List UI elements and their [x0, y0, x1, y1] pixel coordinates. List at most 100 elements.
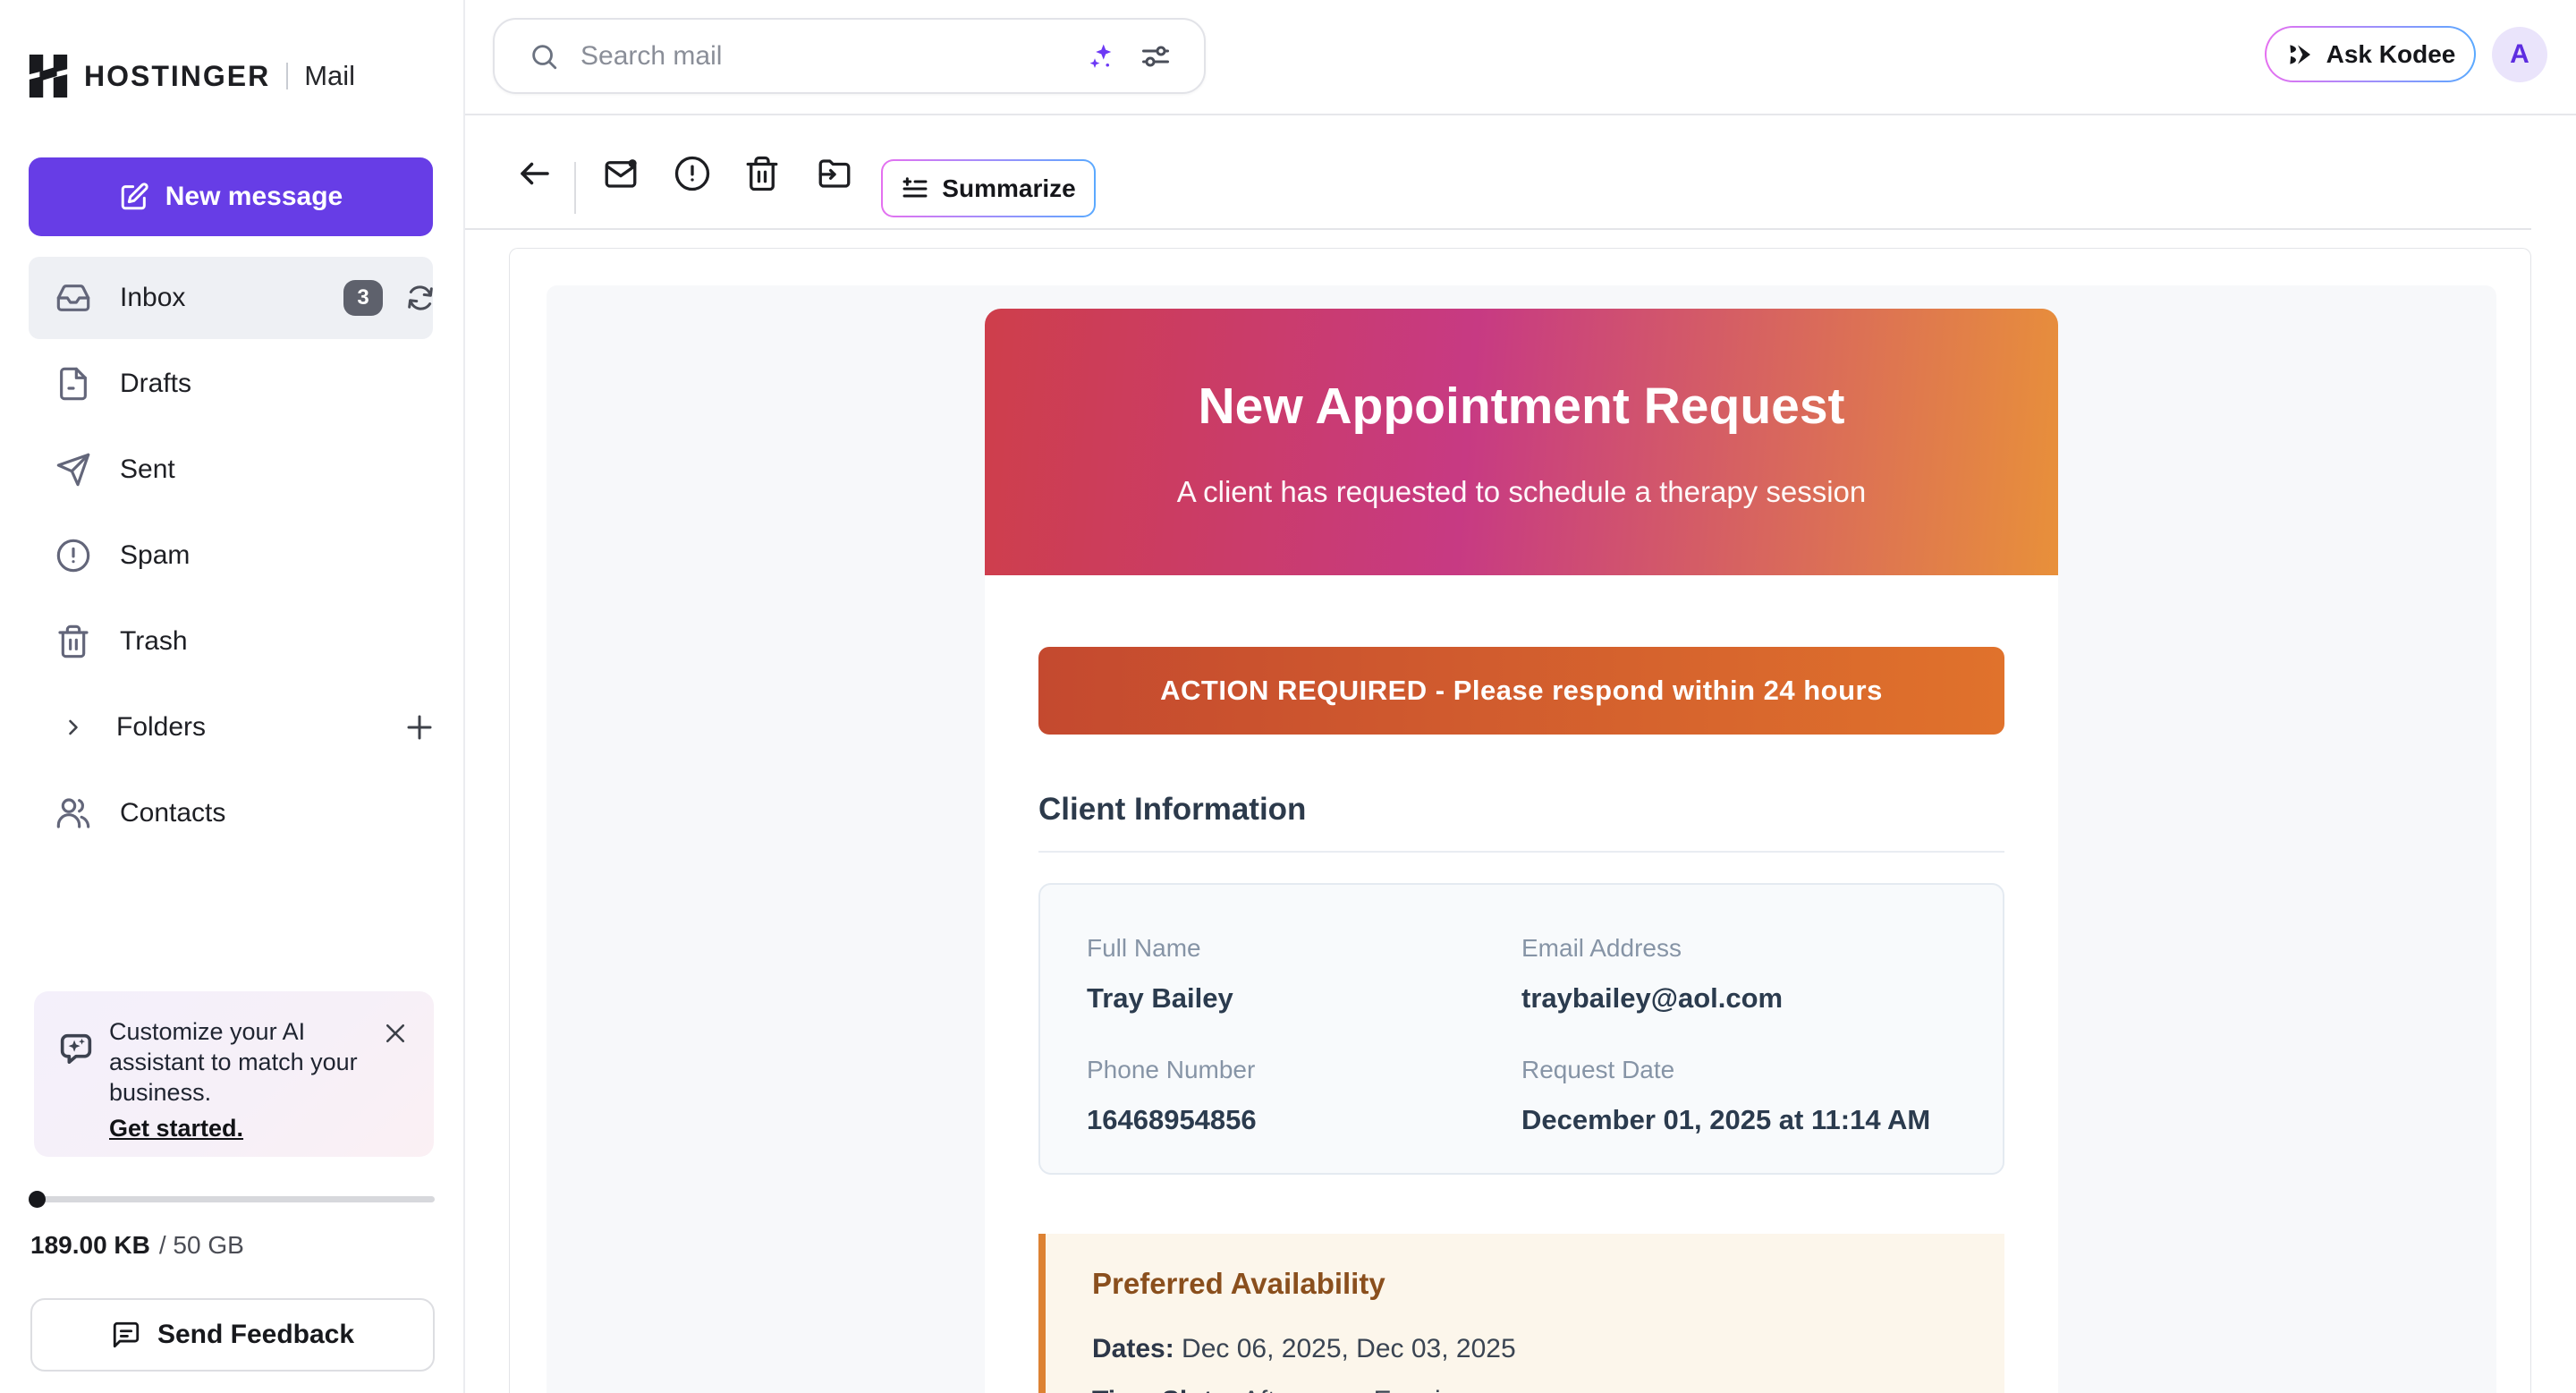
sidebar-item-label: Spam: [120, 540, 190, 571]
field-phone-number: Phone Number 16468954856: [1087, 1055, 1521, 1137]
brand-product: Mail: [304, 60, 355, 92]
sidebar: HOSTINGER Mail New message Inbox 3: [0, 0, 465, 1393]
add-folder-icon[interactable]: [403, 711, 436, 743]
alert-circle-icon: [674, 155, 711, 192]
new-message-button[interactable]: New message: [29, 157, 433, 236]
inbox-unread-badge: 3: [343, 280, 383, 316]
storage-total: / 50 GB: [159, 1231, 244, 1259]
kodee-icon: [2285, 40, 2314, 69]
drafts-icon: [55, 366, 91, 402]
back-arrow-icon: [516, 155, 554, 192]
email-title: New Appointment Request: [985, 309, 2058, 436]
summarize-button[interactable]: Summarize: [881, 159, 1096, 217]
availability-heading: Preferred Availability: [1092, 1266, 1958, 1302]
dates-label: Dates:: [1092, 1334, 1174, 1363]
preferred-availability-section: Preferred Availability Dates: Dec 06, 20…: [1038, 1234, 2004, 1393]
sidebar-item-label: Contacts: [120, 798, 225, 828]
field-label: Full Name: [1087, 933, 1521, 964]
client-information-heading: Client Information: [1038, 790, 2004, 853]
sidebar-item-label: Folders: [116, 712, 206, 743]
sidebar-item-contacts[interactable]: Contacts: [29, 772, 433, 854]
chevron-right-icon[interactable]: [61, 715, 86, 740]
trash-icon: [743, 155, 781, 192]
contacts-icon: [55, 795, 91, 831]
ai-chat-bubble-icon: [55, 1029, 97, 1070]
sidebar-item-drafts[interactable]: Drafts: [29, 343, 433, 425]
refresh-icon[interactable]: [404, 282, 436, 314]
reading-pane: New Appointment Request A client has req…: [509, 248, 2531, 1393]
spam-icon: [55, 538, 91, 573]
field-label: Email Address: [1521, 933, 1956, 964]
field-email-address: Email Address traybailey@aol.com: [1521, 933, 1956, 1015]
sidebar-item-inbox[interactable]: Inbox 3: [29, 257, 433, 339]
sent-icon: [55, 452, 91, 488]
toolbar-divider: [574, 162, 576, 214]
mail-app: HOSTINGER Mail New message Inbox 3: [0, 0, 2576, 1393]
sidebar-item-sent[interactable]: Sent: [29, 429, 433, 511]
sidebar-item-trash[interactable]: Trash: [29, 600, 433, 683]
email-card: New Appointment Request A client has req…: [985, 309, 2058, 1393]
back-button[interactable]: [513, 153, 556, 196]
availability-timeslots: Time Slots: Afternoon, Evening: [1092, 1386, 1958, 1393]
brand-separator: [286, 63, 288, 89]
storage-usage-text: 189.00 KB / 50 GB: [30, 1231, 244, 1260]
search-input[interactable]: [580, 41, 1084, 72]
sidebar-item-label: Trash: [120, 626, 188, 657]
brand-name: HOSTINGER: [84, 60, 270, 93]
email-body: ACTION REQUIRED - Please respond within …: [985, 575, 2058, 1393]
move-to-folder-icon: [816, 155, 853, 192]
search-filters-icon[interactable]: [1140, 40, 1172, 72]
email-subtitle: A client has requested to schedule a the…: [985, 475, 2058, 509]
compose-icon: [119, 182, 149, 212]
field-value: December 01, 2025 at 11:14 AM: [1521, 1103, 1956, 1137]
move-to-folder-button[interactable]: [813, 153, 856, 196]
field-label: Phone Number: [1087, 1055, 1521, 1085]
get-started-link[interactable]: Get started.: [109, 1115, 243, 1142]
hostinger-h-icon: [28, 54, 69, 98]
email-viewport: New Appointment Request A client has req…: [547, 285, 2496, 1393]
field-full-name: Full Name Tray Bailey: [1087, 933, 1521, 1015]
storage-used: 189.00 KB: [30, 1231, 150, 1259]
field-value: Tray Bailey: [1087, 981, 1521, 1015]
field-label: Request Date: [1521, 1055, 1956, 1085]
avatar[interactable]: A: [2492, 27, 2547, 82]
mail-unread-icon: [602, 155, 640, 192]
send-feedback-label: Send Feedback: [157, 1320, 354, 1350]
sidebar-item-label: Drafts: [120, 369, 191, 399]
field-value: traybailey@aol.com: [1521, 981, 1956, 1015]
summarize-label: Summarize: [942, 174, 1075, 203]
message-toolbar: Summarize: [465, 117, 2531, 230]
field-request-date: Request Date December 01, 2025 at 11:14 …: [1521, 1055, 1956, 1137]
ask-kodee-label: Ask Kodee: [2326, 40, 2456, 69]
delete-button[interactable]: [741, 153, 784, 196]
inbox-icon: [55, 280, 91, 316]
ai-assistant-promo-card: Customize your AI assistant to match you…: [34, 991, 434, 1157]
action-required-banner: ACTION REQUIRED - Please respond within …: [1038, 647, 2004, 735]
send-feedback-button[interactable]: Send Feedback: [30, 1298, 435, 1372]
ask-kodee-button[interactable]: Ask Kodee: [2265, 26, 2476, 82]
timeslots-label: Time Slots:: [1092, 1386, 1236, 1393]
sidebar-item-label: Inbox: [120, 283, 185, 313]
sidebar-item-spam[interactable]: Spam: [29, 514, 433, 597]
email-header-banner: New Appointment Request A client has req…: [985, 309, 2058, 575]
summarize-icon: [901, 174, 929, 203]
ai-search-sparkles-icon[interactable]: [1084, 40, 1116, 72]
storage-usage-fill: [29, 1191, 46, 1208]
timeslots-value: Afternoon, Evening: [1242, 1386, 1470, 1393]
search-bar: [493, 18, 1206, 94]
new-message-label: New message: [165, 182, 343, 212]
report-spam-button[interactable]: [671, 153, 714, 196]
brand-logo: HOSTINGER Mail: [28, 54, 355, 98]
sidebar-item-folders[interactable]: Folders: [29, 686, 433, 769]
availability-dates: Dates: Dec 06, 2025, Dec 03, 2025: [1092, 1334, 1958, 1364]
topbar: Ask Kodee A: [465, 0, 2576, 115]
sidebar-item-label: Sent: [120, 454, 175, 485]
client-info-card: Full Name Tray Bailey Email Address tray…: [1038, 883, 2004, 1175]
feedback-icon: [111, 1320, 141, 1350]
trash-icon: [55, 624, 91, 659]
mark-unread-button[interactable]: [599, 153, 642, 196]
promo-text: Customize your AI assistant to match you…: [109, 1016, 377, 1108]
search-icon: [529, 41, 559, 72]
close-icon[interactable]: [382, 1020, 409, 1047]
storage-usage-bar: [30, 1196, 435, 1202]
